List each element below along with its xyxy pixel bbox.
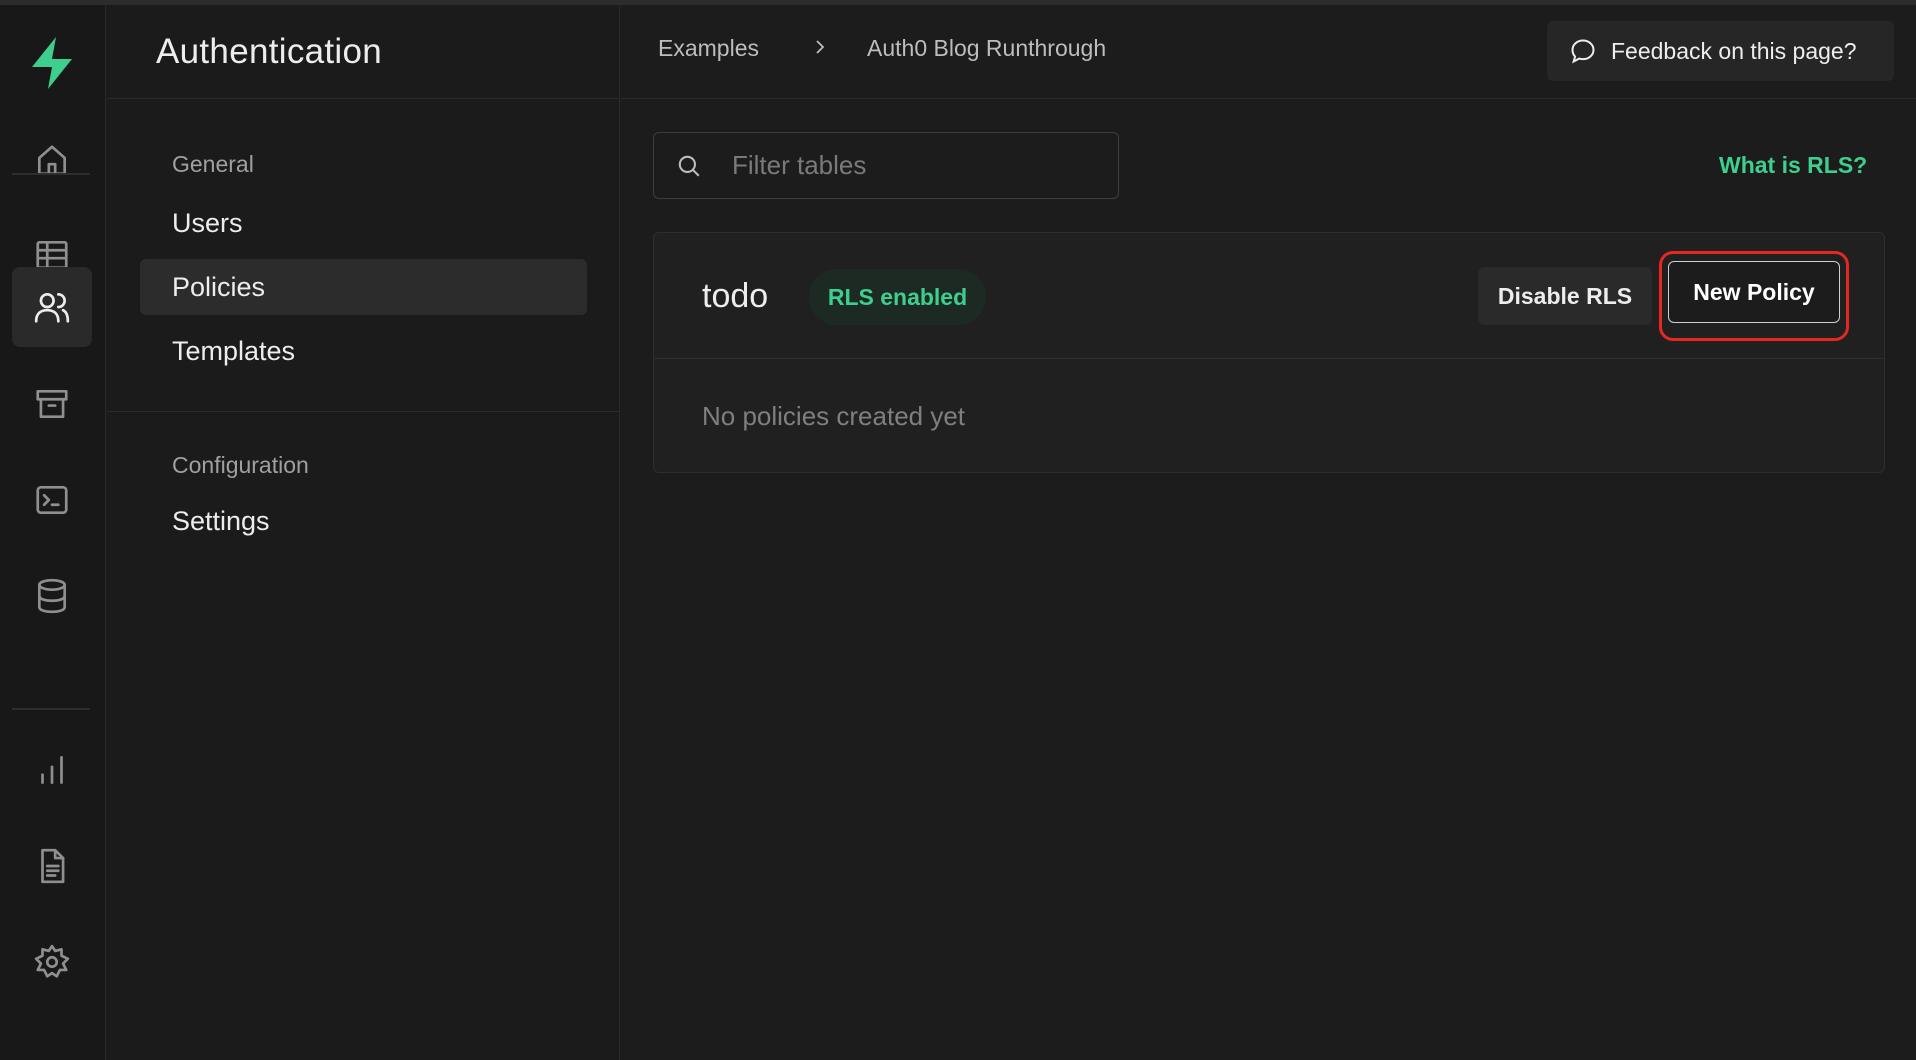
rail-divider	[12, 173, 90, 175]
subnav-item-templates[interactable]: Templates	[140, 323, 587, 379]
logs-icon	[41, 848, 65, 884]
new-policy-button[interactable]: New Policy	[1668, 261, 1840, 323]
subnav-item-policies[interactable]: Policies	[140, 259, 587, 315]
auth-subnav: Authentication General Users Policies Te…	[107, 5, 620, 1060]
feedback-label: Feedback on this page?	[1611, 37, 1857, 64]
settings-icon	[34, 944, 70, 978]
subnav-item-users[interactable]: Users	[140, 195, 587, 251]
breadcrumb-project[interactable]: Examples	[658, 35, 759, 62]
filter-tables-input[interactable]	[732, 150, 1092, 181]
reports-icon	[41, 755, 63, 785]
icon-rail	[0, 5, 106, 1060]
table-policy-card: todo RLS enabled Disable RLS New Policy …	[653, 232, 1885, 473]
rail-divider	[12, 708, 90, 710]
chat-bubble-icon	[1571, 39, 1595, 64]
section-title: Authentication	[156, 31, 383, 71]
users-icon	[34, 292, 70, 323]
subnav-divider	[107, 411, 619, 412]
what-is-rls-link[interactable]: What is RLS?	[1719, 152, 1867, 179]
feedback-button[interactable]: Feedback on this page?	[1547, 21, 1894, 81]
main-content: Examples Auth0 Blog Runthrough Feedback …	[621, 5, 1916, 1060]
table-card-header: todo RLS enabled Disable RLS New Policy	[654, 233, 1884, 359]
storage-icon	[36, 389, 68, 419]
rail-authentication-button[interactable]	[12, 267, 92, 347]
database-icon	[37, 578, 67, 614]
filter-tables-field[interactable]	[653, 132, 1119, 199]
supabase-logo-icon[interactable]	[26, 35, 78, 91]
group-label-configuration: Configuration	[172, 452, 309, 478]
subnav-header: Authentication	[107, 5, 619, 99]
rail-storage-button[interactable]	[12, 364, 92, 444]
rail-sql-editor-button[interactable]	[12, 460, 92, 540]
rail-database-button[interactable]	[12, 556, 92, 636]
topbar: Examples Auth0 Blog Runthrough Feedback …	[621, 5, 1916, 99]
table-name: todo	[702, 277, 769, 315]
rail-logs-button[interactable]	[12, 826, 92, 906]
rail-home-button[interactable]	[12, 121, 92, 201]
chevron-right-icon	[810, 33, 830, 61]
breadcrumb-current[interactable]: Auth0 Blog Runthrough	[867, 35, 1106, 62]
empty-policies-message: No policies created yet	[702, 401, 966, 431]
search-icon	[678, 155, 700, 176]
rls-status-badge: RLS enabled	[809, 269, 986, 325]
group-label-general: General	[172, 151, 254, 177]
terminal-icon	[36, 485, 68, 515]
subnav-item-settings[interactable]: Settings	[140, 493, 587, 549]
rail-settings-button[interactable]	[12, 922, 92, 1002]
rail-reports-button[interactable]	[12, 730, 92, 810]
disable-rls-button[interactable]: Disable RLS	[1478, 267, 1652, 325]
